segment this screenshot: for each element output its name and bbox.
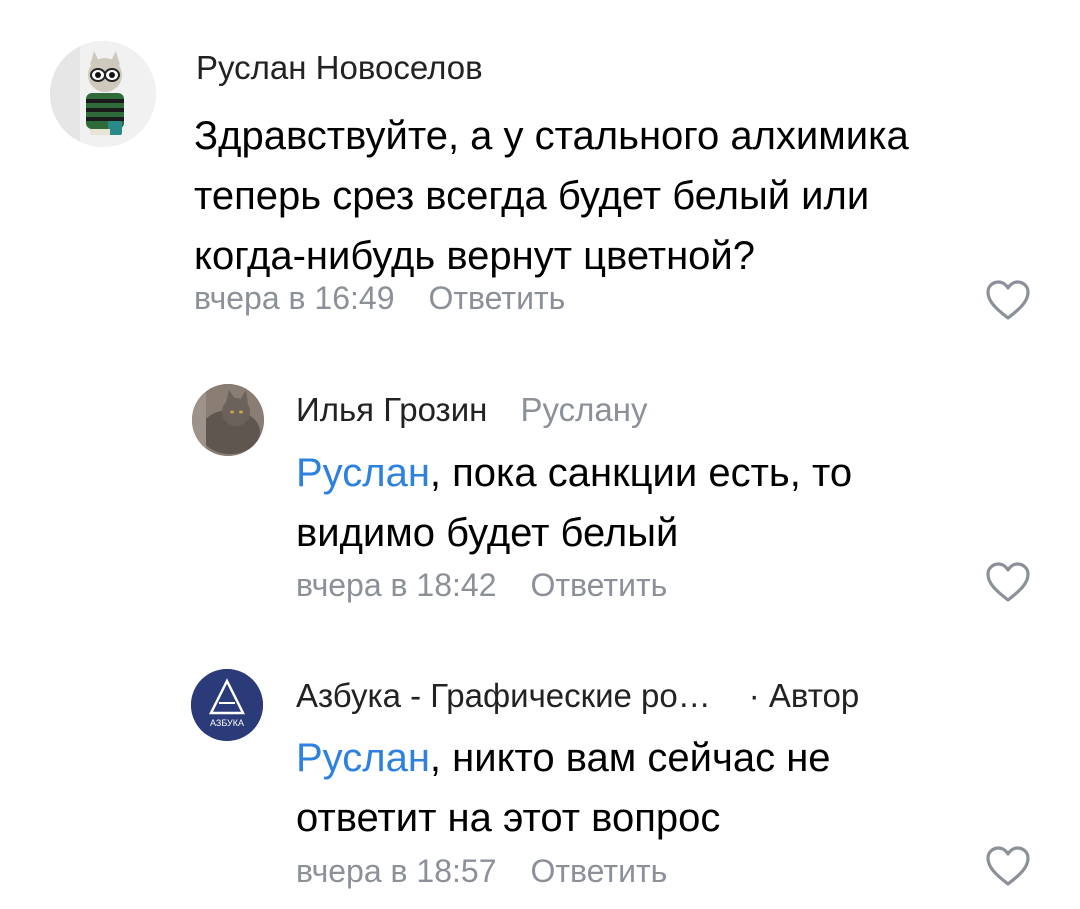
timestamp: вчера в 16:49 bbox=[194, 280, 395, 316]
cat-with-sunglasses-avatar bbox=[50, 41, 156, 147]
comment-text-line: видимо будет белый bbox=[296, 511, 679, 555]
reply-to-label[interactable]: Руслану bbox=[521, 391, 648, 428]
mention-link[interactable]: Руслан bbox=[296, 736, 430, 780]
avatar-logo-text: АЗБУКА bbox=[210, 718, 244, 728]
comment-meta: вчера в 18:57 Ответить bbox=[296, 853, 667, 890]
like-button[interactable] bbox=[985, 280, 1031, 322]
author-line: Руслан Новоселов bbox=[196, 49, 483, 87]
comment-text-line: Руслан, пока санкции есть, то bbox=[296, 443, 1036, 503]
author-name[interactable]: Азбука - Графические ро… bbox=[296, 677, 711, 714]
reply-button[interactable]: Ответить bbox=[530, 567, 667, 603]
like-button[interactable] bbox=[985, 846, 1031, 888]
timestamp: вчера в 18:42 bbox=[296, 567, 497, 603]
author-badge: · Автор bbox=[748, 677, 860, 714]
timestamp: вчера в 18:57 bbox=[296, 853, 497, 889]
cat-photo-avatar bbox=[192, 384, 264, 456]
avatar[interactable] bbox=[50, 41, 156, 147]
mention-link[interactable]: Руслан bbox=[296, 451, 430, 495]
comment-text-fragment: , никто вам сейчас не bbox=[429, 736, 831, 780]
author-name[interactable]: Илья Грозин bbox=[296, 391, 487, 428]
heart-icon bbox=[986, 562, 1030, 602]
azbuka-logo-avatar: АЗБУКА bbox=[191, 669, 263, 741]
heart-icon bbox=[986, 846, 1030, 886]
comment-meta: вчера в 16:49 Ответить bbox=[194, 280, 565, 317]
avatar[interactable]: АЗБУКА bbox=[191, 669, 263, 741]
author-line: Азбука - Графические ро… · Автор bbox=[296, 677, 859, 715]
reply-button[interactable]: Ответить bbox=[530, 853, 667, 889]
comment-text: Руслан, пока санкции есть, то видимо буд… bbox=[296, 443, 1036, 563]
comment-text-line: Здравствуйте, а у стального алхимика bbox=[194, 114, 909, 158]
author-line: Илья Грозин Руслану bbox=[296, 391, 648, 429]
comment-meta: вчера в 18:42 Ответить bbox=[296, 567, 667, 604]
avatar[interactable] bbox=[192, 384, 264, 456]
like-button[interactable] bbox=[985, 562, 1031, 604]
comment-text-line: Руслан, никто вам сейчас не bbox=[296, 728, 1036, 788]
comment-text: Здравствуйте, а у стального алхимика теп… bbox=[194, 106, 1034, 286]
comment-text-line: ответит на этот вопрос bbox=[296, 796, 721, 840]
reply-button[interactable]: Ответить bbox=[428, 280, 565, 316]
author-name[interactable]: Руслан Новоселов bbox=[196, 49, 483, 86]
comment-text: Руслан, никто вам сейчас не ответит на э… bbox=[296, 728, 1036, 848]
heart-icon bbox=[986, 280, 1030, 320]
comment-text-fragment: , пока санкции есть, то bbox=[429, 451, 853, 495]
comment-text-line: когда-нибудь вернут цветной? bbox=[194, 234, 756, 278]
comment-text-line: теперь срез всегда будет белый или bbox=[194, 174, 870, 218]
